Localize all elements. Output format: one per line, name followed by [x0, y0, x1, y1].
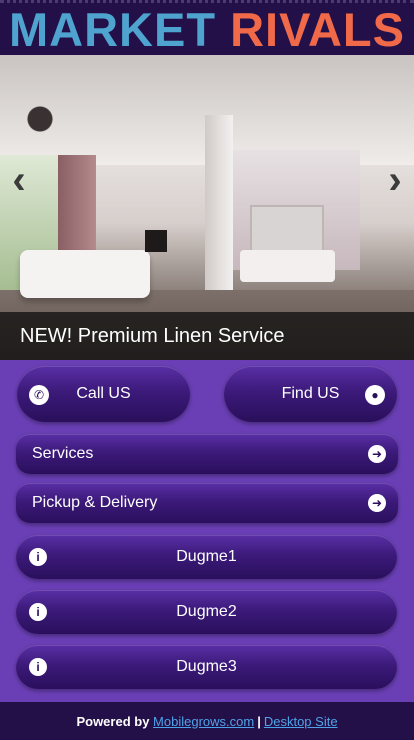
map-pin-icon: ●: [365, 385, 385, 405]
powered-by-text: Powered by: [76, 713, 150, 729]
slide-photo-sofa: [20, 250, 150, 298]
footer-separator: |: [257, 713, 261, 729]
call-us-label: Call US: [76, 385, 131, 402]
pickup-delivery-label: Pickup & Delivery: [32, 494, 158, 511]
chevron-left-icon[interactable]: ‹: [6, 160, 32, 200]
slide-photo-pillar: [205, 115, 233, 305]
call-us-button[interactable]: ✆ Call US: [17, 366, 190, 422]
phone-icon: ✆: [29, 385, 49, 405]
logo-word-rivals: RIVALS: [230, 2, 405, 55]
image-slider[interactable]: ‹ › NEW! Premium Linen Service: [0, 55, 414, 360]
dugme2-label: Dugme2: [176, 603, 237, 620]
services-label: Services: [32, 445, 94, 462]
slide-photo-chandelier: [5, 95, 75, 155]
dugme3-label: Dugme3: [176, 658, 237, 675]
header-bar: MARKET RIVALS: [0, 0, 414, 55]
dugme2-button[interactable]: i Dugme2: [16, 590, 397, 634]
info-icon: i: [29, 603, 47, 621]
info-icon: i: [29, 548, 47, 566]
dugme1-label: Dugme1: [176, 548, 237, 565]
slide-photo-bed: [240, 250, 335, 282]
footer-bar: Powered by Mobilegrows.com | Desktop Sit…: [0, 702, 414, 740]
services-button[interactable]: Services ➜: [16, 434, 398, 474]
find-us-button[interactable]: Find US ●: [224, 366, 397, 422]
site-logo[interactable]: MARKET RIVALS: [9, 6, 405, 53]
chevron-right-icon[interactable]: ›: [382, 160, 408, 200]
logo-word-market: MARKET: [9, 2, 217, 55]
arrow-right-icon: ➜: [368, 445, 386, 463]
dugme1-button[interactable]: i Dugme1: [16, 535, 397, 579]
slide-caption: NEW! Premium Linen Service: [0, 312, 414, 360]
find-us-label: Find US: [281, 385, 340, 402]
slide-photo-lamp: [145, 230, 167, 252]
desktop-site-link[interactable]: Desktop Site: [264, 714, 338, 729]
dugme3-button[interactable]: i Dugme3: [16, 645, 397, 689]
mobilegrows-link[interactable]: Mobilegrows.com: [153, 714, 254, 729]
arrow-right-icon: ➜: [368, 494, 386, 512]
info-icon: i: [29, 658, 47, 676]
pickup-delivery-button[interactable]: Pickup & Delivery ➜: [16, 483, 398, 523]
